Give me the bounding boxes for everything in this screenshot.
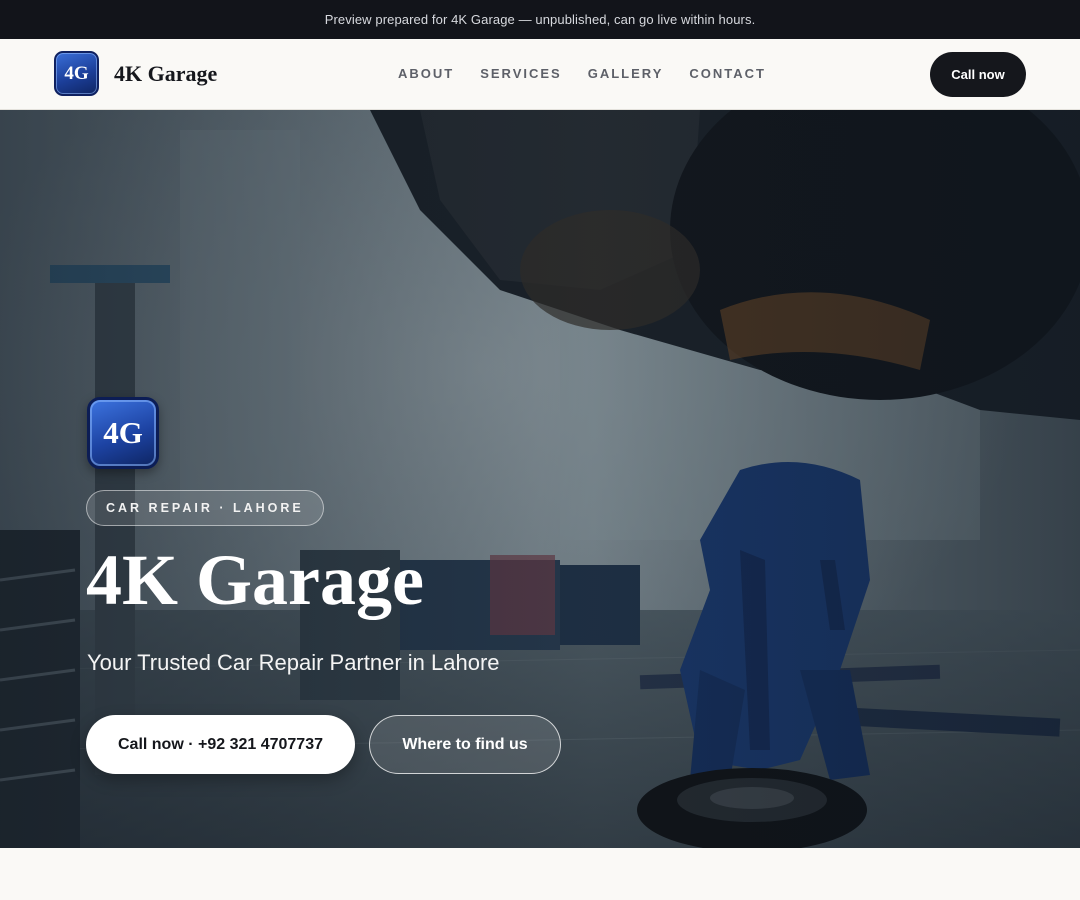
- hero-find-us-button[interactable]: Where to find us: [369, 715, 561, 774]
- brand-link[interactable]: 4G 4K Garage: [54, 51, 217, 96]
- hero-title: 4K Garage: [86, 540, 424, 620]
- nav-link-about[interactable]: ABOUT: [398, 66, 454, 81]
- nav-link-services[interactable]: SERVICES: [480, 66, 562, 81]
- hero-eyebrow-badge: CAR REPAIR · LAHORE: [86, 490, 324, 526]
- header-call-now-button[interactable]: Call now: [930, 52, 1026, 97]
- main-nav: ABOUT SERVICES GALLERY CONTACT: [398, 66, 766, 81]
- hero-call-now-button[interactable]: Call now · +92 321 4707737: [86, 715, 355, 774]
- site-header: 4G 4K Garage ABOUT SERVICES GALLERY CONT…: [0, 39, 1080, 110]
- preview-banner: Preview prepared for 4K Garage — unpubli…: [0, 0, 1080, 39]
- hero-logo: 4G: [87, 397, 159, 469]
- preview-banner-text: Preview prepared for 4K Garage — unpubli…: [324, 12, 756, 27]
- brand-name: 4K Garage: [114, 60, 218, 86]
- hero-logo-text: 4G: [103, 415, 143, 450]
- hero-section: 4G CAR REPAIR · LAHORE 4K Garage Your Tr…: [0, 110, 1080, 848]
- nav-link-contact[interactable]: CONTACT: [689, 66, 766, 81]
- hero-subtitle: Your Trusted Car Repair Partner in Lahor…: [87, 650, 500, 675]
- nav-link-gallery[interactable]: GALLERY: [588, 66, 664, 81]
- brand-logo: 4G: [54, 51, 99, 96]
- brand-logo-text: 4G: [64, 62, 89, 84]
- next-section: [0, 848, 1080, 900]
